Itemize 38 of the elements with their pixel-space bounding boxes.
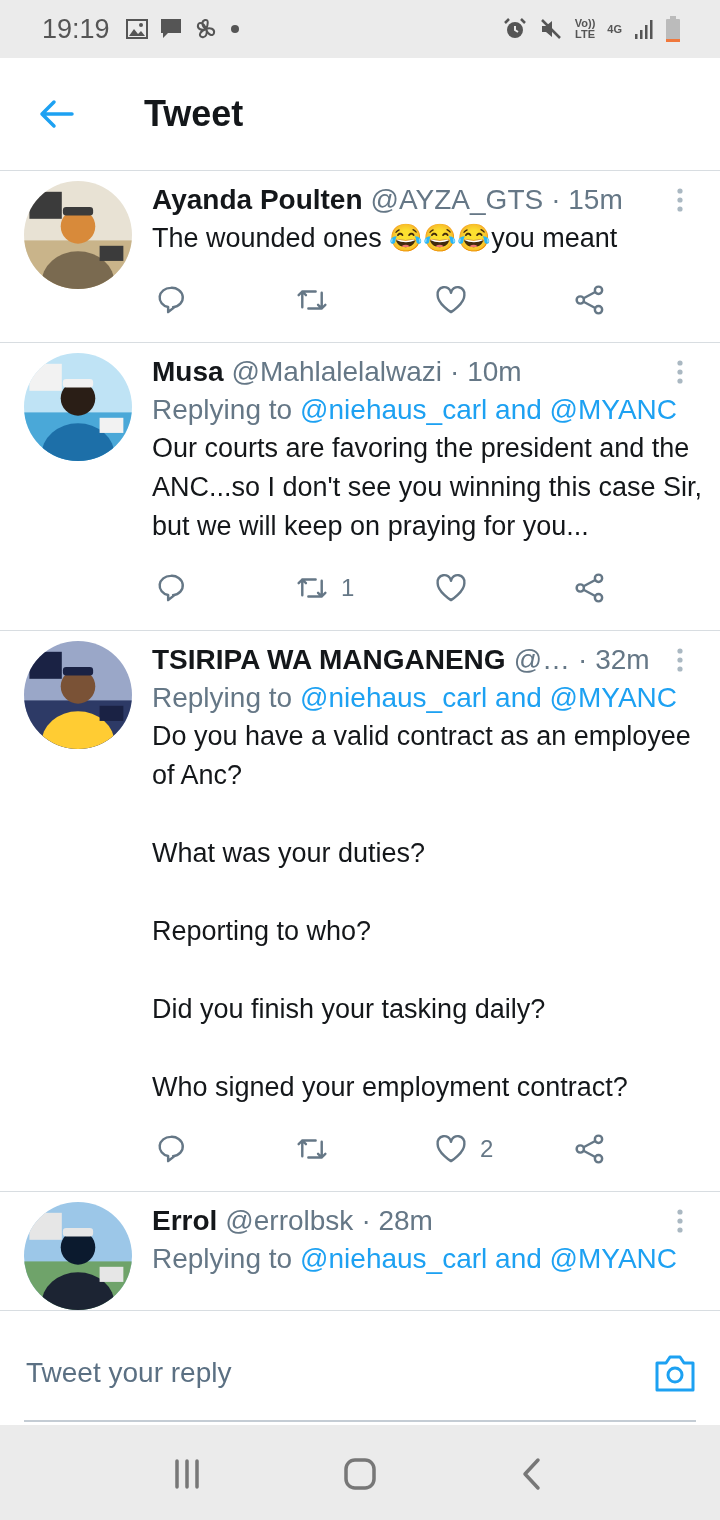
dot-icon [229,24,240,34]
tweet-time: · 32m [578,643,650,677]
user-handle: @AYZA_GTS [370,183,544,217]
user-handle: @Mahlalelalwazi [231,355,443,389]
message-icon [159,18,182,40]
tweet-text: Do you have a valid contract as an employee of Anc? [152,720,692,792]
back-icon[interactable] [38,99,74,129]
tweet-text: Reporting to who? [152,915,373,948]
user-name[interactable]: TSIRIPA WA MANGANENG [152,641,506,679]
user-handle: @… [513,643,571,677]
page-title: Tweet [144,93,244,135]
mute-icon [538,17,563,41]
home-icon[interactable] [343,1457,377,1491]
network-type: 4G [607,23,622,35]
user-handle: @errolbsk [225,1204,354,1238]
reply-field[interactable]: Tweet your reply [24,1355,654,1390]
tweet-text: The wounded ones 😂😂😂you meant [152,222,619,255]
battery-icon [666,16,680,42]
signal-icon [634,18,654,40]
tweet-time: · 10m [450,355,522,389]
tweet-text: Did you finish your tasking daily? [152,993,547,1026]
replying-label: Replying to [152,1243,293,1274]
alarm-icon [502,17,527,41]
tweet-time: · 28m [361,1204,433,1238]
tweet-text: Who signed your employment contract? [152,1071,629,1104]
image-icon [125,19,148,39]
tweet-time: · 15m [551,183,623,217]
volte-indicator: Vo)) LTE [574,18,596,40]
replying-label: Replying to [152,682,293,713]
tweet-text: Our courts are favoring the president and the ANC...so I don't see you winning this case Sir, but we will keep on praying for you... [152,432,703,543]
replying-label: Replying to [152,394,293,425]
action-count: 1 [341,574,355,602]
status-time: 19:19 [42,13,110,45]
user-name[interactable]: Ayanda Poulten [152,181,363,219]
action-count: 2 [480,1135,494,1163]
user-name[interactable]: Musa [152,353,224,391]
tweet-text: What was your duties? [152,837,427,870]
user-name[interactable]: Errol [152,1202,218,1240]
